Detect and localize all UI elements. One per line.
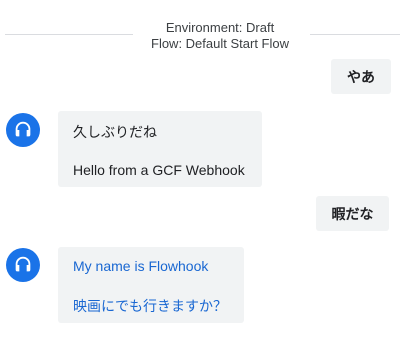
divider-right <box>310 34 400 35</box>
bot-message-line: Hello from a GCF Webhook <box>73 162 245 178</box>
environment-header: Environment: Draft Flow: Default Start F… <box>0 20 405 54</box>
user-message-bubble: 暇だな <box>316 196 389 231</box>
headset-icon <box>15 121 31 137</box>
headset-icon <box>15 256 31 272</box>
bot-message-line: 久しぶりだね <box>73 124 157 140</box>
user-message-text: やあ <box>347 68 375 85</box>
user-message-bubble: やあ <box>331 59 391 94</box>
environment-label: Environment: Draft <box>165 20 275 35</box>
bot-message-link[interactable]: My name is Flowhook <box>73 258 208 274</box>
bot-message-bubble: My name is Flowhook 映画にでも行きますか？ <box>58 247 244 323</box>
bot-message-link[interactable]: 映画にでも行きますか？ <box>73 296 227 316</box>
bot-message-bubble: 久しぶりだね Hello from a GCF Webhook <box>58 111 262 187</box>
user-message-text: 暇だな <box>331 205 374 222</box>
bot-avatar <box>6 248 40 282</box>
divider-left <box>5 34 133 35</box>
bot-avatar <box>6 113 40 147</box>
environment-info: Environment: Draft Flow: Default Start F… <box>135 20 305 52</box>
flow-label: Flow: Default Start Flow <box>151 36 289 51</box>
